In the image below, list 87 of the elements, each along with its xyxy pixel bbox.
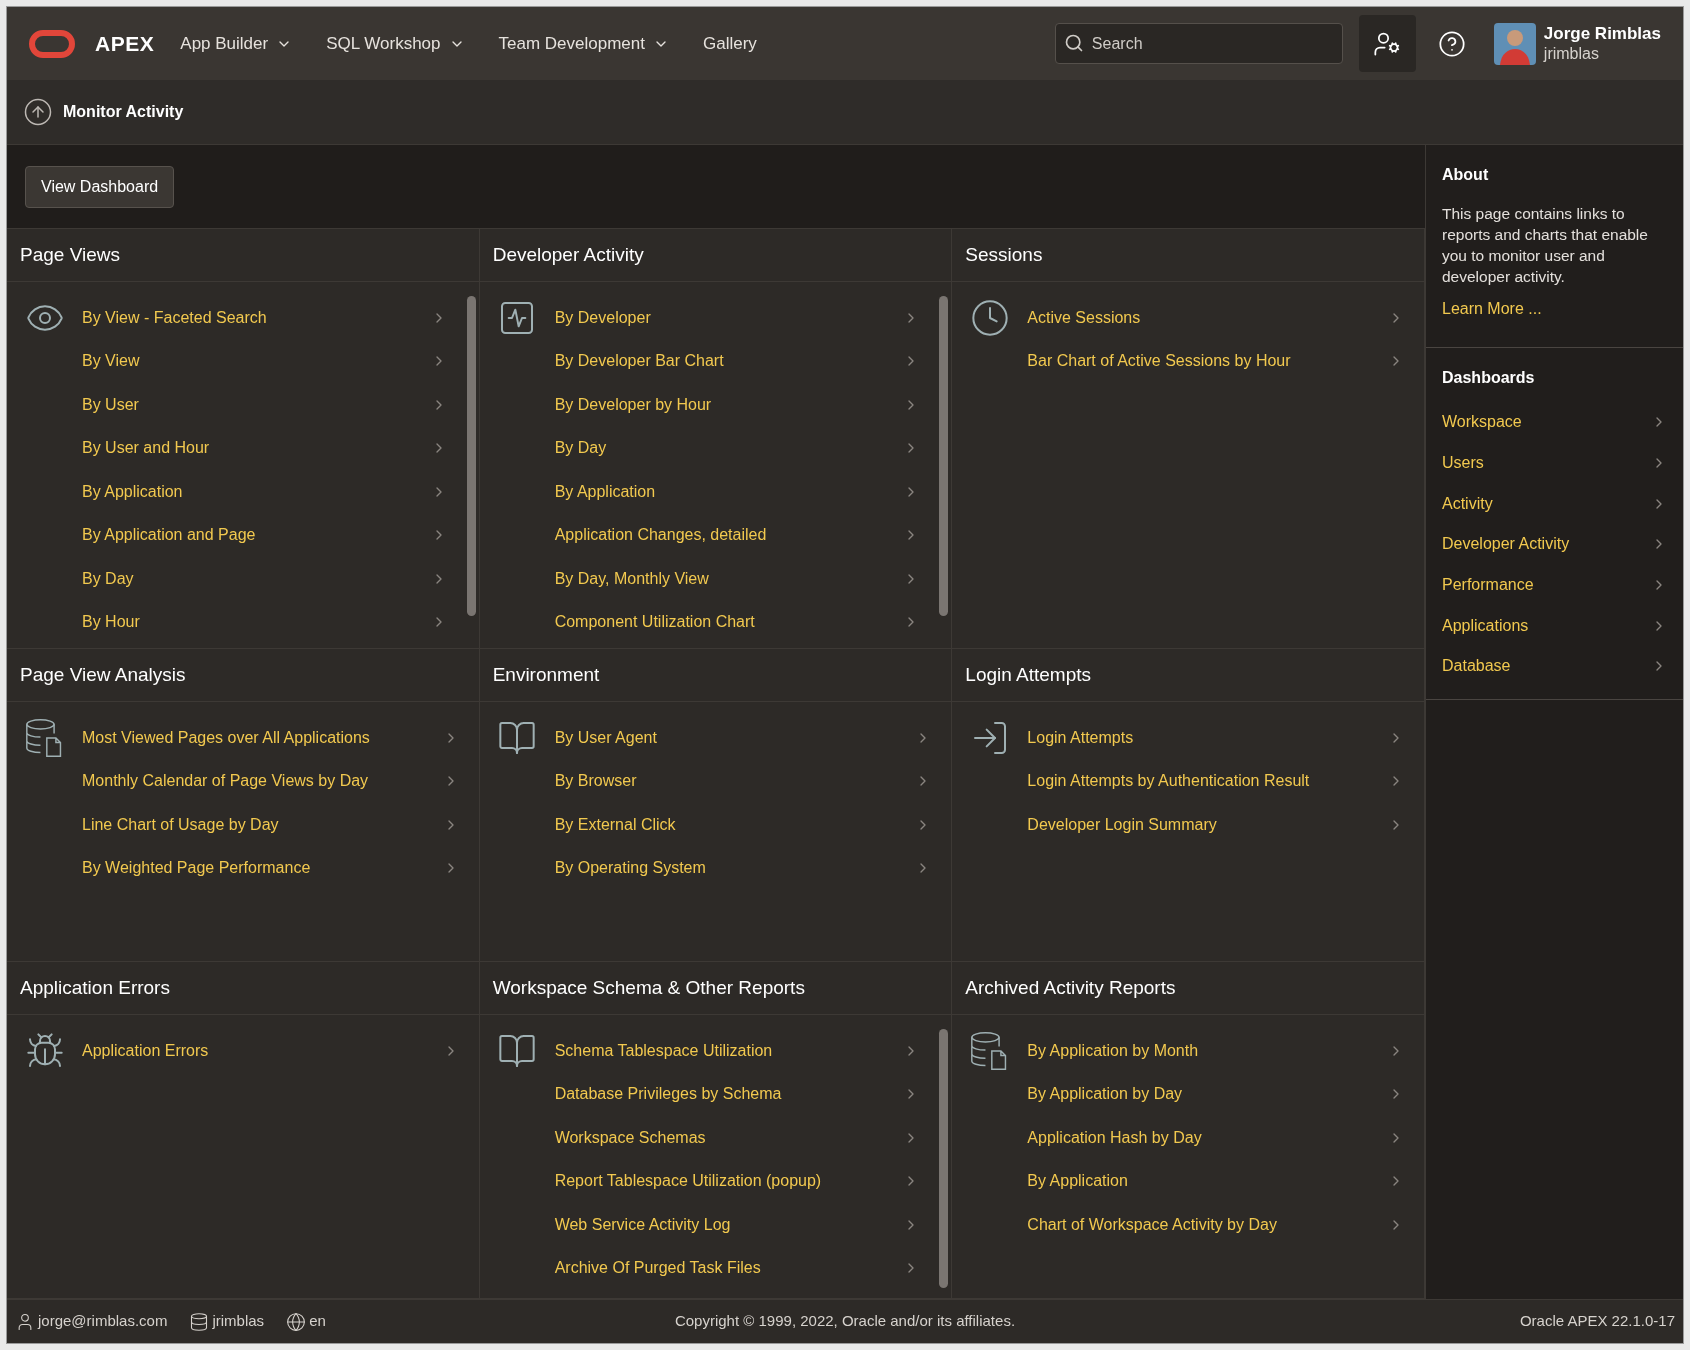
panel-title: Archived Activity Reports [965, 975, 1176, 1000]
dashboards-title: Dashboards [1442, 368, 1536, 388]
report-link[interactable]: Report Tablespace Utilization (popup) [554, 1159, 920, 1203]
dashboard-link[interactable]: Activity [1442, 483, 1667, 525]
footer-workspace: jrimblas [212, 1311, 265, 1332]
panel-title: Page Views [20, 242, 120, 267]
dashboard-link[interactable]: Users [1442, 442, 1667, 484]
app-logo-text: APEX [95, 30, 155, 57]
report-link[interactable]: Application Errors [82, 1029, 459, 1073]
report-link[interactable]: By Day, Monthly View [554, 557, 920, 601]
report-link[interactable]: By Weighted Page Performance [82, 846, 459, 890]
database-icon [189, 1311, 210, 1332]
scrollbar[interactable] [939, 296, 949, 616]
report-link[interactable]: By Developer [554, 296, 920, 340]
learn-more-link[interactable]: Learn More ... [1442, 297, 1667, 321]
report-link[interactable]: By Developer Bar Chart [554, 339, 920, 383]
admin-button[interactable] [1358, 15, 1416, 72]
panel-title: Application Errors [20, 975, 170, 1000]
report-link[interactable]: By User [82, 383, 447, 427]
user-name: Jorge Rimblas [1543, 22, 1661, 45]
dashboard-link[interactable]: Performance [1442, 564, 1667, 606]
avatar[interactable] [1493, 22, 1536, 65]
report-link[interactable]: Monthly Calendar of Page Views by Day [82, 759, 459, 803]
report-link[interactable]: By Browser [554, 759, 932, 803]
search-icon [1063, 33, 1084, 53]
scrollbar[interactable] [939, 1029, 949, 1288]
report-link[interactable]: Component Utilization Chart [554, 600, 920, 644]
panel-title: Sessions [965, 242, 1043, 267]
report-link[interactable]: Most Viewed Pages over All Applications [82, 716, 459, 760]
report-link[interactable]: By Application [554, 470, 920, 514]
clock-icon [969, 298, 1010, 338]
report-link[interactable]: Application Changes, detailed [554, 513, 920, 557]
footer-language: en [309, 1311, 326, 1332]
footer-email: jorge@rimblas.com [38, 1311, 168, 1332]
report-link[interactable]: Database Privileges by Schema [554, 1072, 920, 1116]
globe-icon [286, 1311, 307, 1332]
report-link[interactable]: Application Hash by Day [1027, 1116, 1404, 1160]
report-link[interactable]: Web Service Activity Log [554, 1203, 920, 1247]
version-text: Oracle APEX 22.1.0-17 [1518, 1311, 1675, 1332]
report-link[interactable]: By Application [82, 470, 447, 514]
view-dashboard-button[interactable]: View Dashboard [25, 165, 175, 208]
dashboard-link[interactable]: Applications [1442, 605, 1667, 647]
copyright-text: Copyright © 1999, 2022, Oracle and/or its affiliates. [673, 1311, 1017, 1332]
report-link[interactable]: By View - Faceted Search [82, 296, 447, 340]
report-link[interactable]: Workspace Schemas [554, 1116, 920, 1160]
dashboard-link[interactable]: Developer Activity [1442, 524, 1667, 565]
help-icon [1437, 29, 1466, 58]
report-link[interactable]: By Day [82, 557, 447, 601]
report-link[interactable]: Login Attempts by Authentication Result [1027, 759, 1404, 803]
panel-title: Environment [492, 662, 600, 687]
report-link[interactable]: By Application by Day [1027, 1072, 1404, 1116]
nav-menu[interactable]: App Builder [180, 30, 293, 57]
nav-menu[interactable]: Gallery [703, 30, 757, 57]
report-link[interactable]: Chart of Workspace Activity by Day [1027, 1203, 1404, 1247]
report-link[interactable]: By External Click [554, 803, 932, 847]
nav-menu[interactable]: SQL Workshop [326, 30, 465, 57]
report-link[interactable]: By User and Hour [82, 426, 447, 470]
page-title: Monitor Activity [63, 102, 184, 122]
report-link[interactable]: By Application [1027, 1159, 1404, 1203]
dashboard-link[interactable]: Database [1442, 646, 1667, 687]
report-link[interactable]: Bar Chart of Active Sessions by Hour [1027, 339, 1404, 383]
user-login: jrimblas [1543, 44, 1600, 65]
report-link[interactable]: Line Chart of Usage by Day [82, 803, 459, 847]
scrollbar[interactable] [466, 296, 476, 616]
search-field[interactable]: Search [1054, 23, 1343, 64]
report-link[interactable]: Developer Login Summary [1027, 803, 1404, 847]
nav-menu[interactable]: Team Development [498, 30, 669, 57]
about-text: This page contains links to reports and charts that enable you to monitor user and developer activity. [1442, 204, 1649, 287]
panel-title: Developer Activity [492, 242, 644, 267]
report-link[interactable]: By Application and Page [82, 513, 447, 557]
report-link[interactable]: Archive Of Purged Task Files [554, 1246, 920, 1290]
report-link[interactable]: Active Sessions [1027, 296, 1404, 340]
logo-icon [29, 29, 75, 58]
dashboard-link[interactable]: Workspace [1442, 402, 1667, 443]
report-link[interactable]: By Developer by Hour [554, 383, 920, 427]
panel-title: Login Attempts [965, 662, 1092, 687]
report-link[interactable]: Login Attempts [1027, 716, 1404, 760]
about-title: About [1442, 165, 1490, 185]
report-link[interactable]: By View [82, 339, 447, 383]
report-link[interactable]: By Operating System [554, 846, 932, 890]
panel-title: Workspace Schema & Other Reports [492, 975, 805, 1000]
report-link[interactable]: By Day [554, 426, 920, 470]
panel-title: Page View Analysis [20, 662, 186, 687]
report-link[interactable]: By Application by Month [1027, 1029, 1404, 1073]
report-link[interactable]: By Hour [82, 600, 447, 644]
report-link[interactable]: Schema Tablespace Utilization [554, 1029, 920, 1073]
report-link[interactable]: By User Agent [554, 716, 932, 760]
